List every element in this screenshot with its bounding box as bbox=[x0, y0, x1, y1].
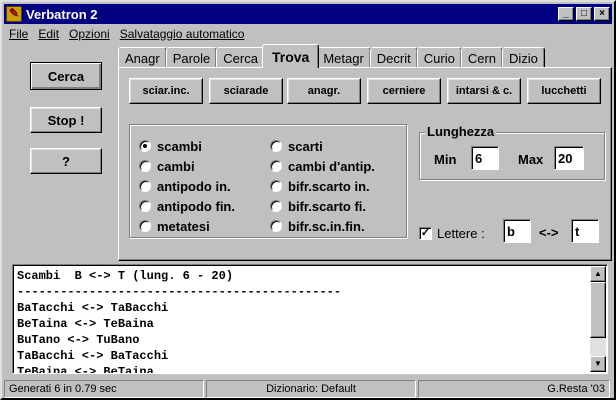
radio-cambi[interactable]: cambi bbox=[139, 157, 195, 175]
tab-decrit[interactable]: Decrit bbox=[369, 47, 418, 68]
window-title: Verbatron 2 bbox=[26, 6, 98, 22]
help-button[interactable]: ? bbox=[30, 148, 102, 174]
min-length-input[interactable]: 6 bbox=[471, 146, 499, 170]
menu-options[interactable]: Opzioni bbox=[64, 25, 115, 43]
radio-bifr-scarto-in[interactable]: bifr.scarto in. bbox=[270, 177, 370, 195]
letter-to-input[interactable]: t bbox=[571, 219, 599, 243]
radio-dot bbox=[139, 160, 151, 172]
tab-cerca[interactable]: Cerca bbox=[216, 47, 265, 68]
swap-arrow-label: <-> bbox=[539, 225, 559, 240]
radio-scambi[interactable]: scambi bbox=[139, 137, 202, 155]
radio-dot bbox=[270, 140, 282, 152]
tab-anagr[interactable]: Anagr bbox=[118, 47, 167, 68]
radio-scarti[interactable]: scarti bbox=[270, 137, 323, 155]
length-legend: Lunghezza bbox=[425, 124, 497, 139]
radio-dot bbox=[270, 200, 282, 212]
tab-curio[interactable]: Curio bbox=[416, 47, 462, 68]
radio-metatesi[interactable]: metatesi bbox=[139, 217, 210, 235]
radio-dot bbox=[139, 200, 151, 212]
tab-strip: Anagr Parole Cerca Trova Metagr Decrit C… bbox=[118, 44, 545, 68]
radio-cambi-antip[interactable]: cambi d'antip. bbox=[270, 157, 375, 175]
tab-cern[interactable]: Cern bbox=[460, 47, 504, 68]
stop-button[interactable]: Stop ! bbox=[30, 107, 102, 133]
sciar-inc-button[interactable]: sciar.inc. bbox=[129, 78, 203, 104]
tab-metagr[interactable]: Metagr bbox=[316, 47, 371, 68]
status-bar: Generati 6 in 0.79 sec Dizionario: Defau… bbox=[4, 380, 612, 398]
close-button[interactable]: × bbox=[594, 7, 610, 21]
max-length-input[interactable]: 20 bbox=[554, 146, 584, 170]
letters-label: Lettere : bbox=[437, 226, 485, 241]
scroll-down-arrow-icon[interactable]: ▼ bbox=[590, 356, 606, 372]
results-text: Scambi B <-> T (lung. 6 - 20) -----------… bbox=[17, 269, 342, 374]
radio-bifr-scarto-fi[interactable]: bifr.scarto fi. bbox=[270, 197, 366, 215]
title-bar[interactable]: Verbatron 2 _ □ × bbox=[4, 4, 612, 24]
min-label: Min bbox=[434, 152, 457, 167]
scroll-up-arrow-icon[interactable]: ▲ bbox=[590, 266, 606, 282]
status-dictionary: Dizionario: Default bbox=[206, 380, 416, 398]
menu-bar: File Edit Opzioni Salvataggio automatico bbox=[4, 25, 249, 43]
intarsi-button[interactable]: intarsi & c. bbox=[447, 78, 521, 104]
letters-checkbox[interactable]: ✓ bbox=[419, 227, 432, 240]
tab-parole[interactable]: Parole bbox=[165, 47, 218, 68]
radio-bifr-sc-in-fin[interactable]: bifr.sc.in.fin. bbox=[270, 217, 365, 235]
radio-dot bbox=[139, 220, 151, 232]
tab-dizio[interactable]: Dizio bbox=[502, 47, 545, 68]
lucchetti-button[interactable]: lucchetti bbox=[527, 78, 601, 104]
radio-dot bbox=[139, 180, 151, 192]
menu-file[interactable]: File bbox=[4, 25, 33, 43]
tab-trova[interactable]: Trova bbox=[261, 44, 320, 68]
anagr-button[interactable]: anagr. bbox=[287, 78, 361, 104]
maximize-button[interactable]: □ bbox=[576, 7, 592, 21]
menu-autosave[interactable]: Salvataggio automatico bbox=[115, 25, 250, 43]
radio-dot bbox=[270, 180, 282, 192]
sciarade-button[interactable]: sciarade bbox=[209, 78, 283, 104]
radio-antipodo-fin[interactable]: antipodo fin. bbox=[139, 197, 235, 215]
radio-dot bbox=[270, 160, 282, 172]
letter-from-input[interactable]: b bbox=[503, 219, 531, 243]
radio-dot bbox=[270, 220, 282, 232]
trova-panel: sciar.inc. sciarade anagr. cerniere inta… bbox=[118, 67, 612, 261]
main-window: Verbatron 2 _ □ × File Edit Opzioni Salv… bbox=[0, 0, 616, 400]
menu-edit[interactable]: Edit bbox=[33, 25, 64, 43]
radio-dot bbox=[139, 140, 151, 152]
results-scrollbar[interactable]: ▲ ▼ bbox=[590, 266, 606, 372]
status-author: G.Resta '03 bbox=[418, 380, 610, 398]
scroll-thumb[interactable] bbox=[590, 282, 606, 338]
max-label: Max bbox=[518, 152, 544, 167]
search-button[interactable]: Cerca bbox=[30, 62, 102, 90]
app-icon[interactable] bbox=[6, 6, 22, 22]
radio-antipodo-in[interactable]: antipodo in. bbox=[139, 177, 231, 195]
cerniere-button[interactable]: cerniere bbox=[367, 78, 441, 104]
status-generated: Generati 6 in 0.79 sec bbox=[4, 380, 204, 398]
results-textarea[interactable]: Scambi B <-> T (lung. 6 - 20) -----------… bbox=[12, 264, 608, 374]
minimize-button[interactable]: _ bbox=[558, 7, 574, 21]
